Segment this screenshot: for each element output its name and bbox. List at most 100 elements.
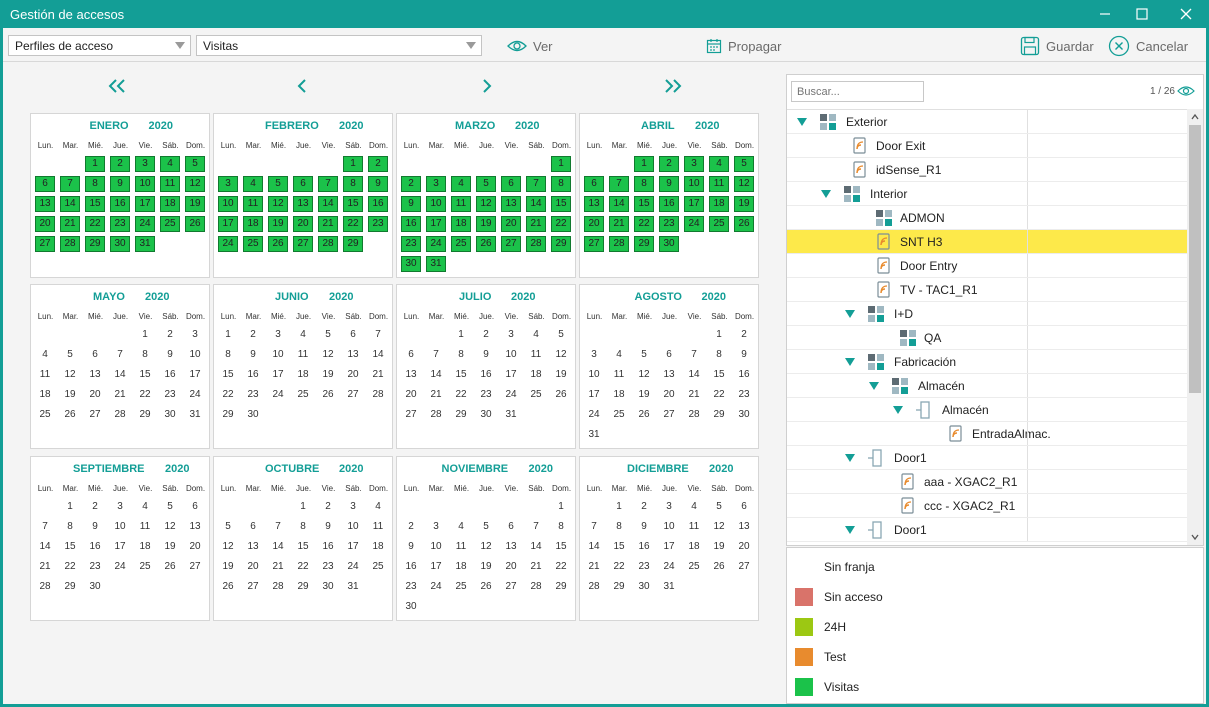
calendar-day[interactable]: 30 — [160, 407, 180, 423]
calendar-day[interactable]: 30 — [734, 407, 754, 423]
calendar-day[interactable]: 13 — [35, 196, 55, 212]
calendar-day[interactable]: 21 — [609, 216, 629, 232]
calendar-day[interactable]: 13 — [401, 367, 421, 383]
calendar-day[interactable]: 16 — [368, 196, 388, 212]
calendar-day[interactable]: 10 — [110, 519, 130, 535]
expand-toggle-icon[interactable] — [821, 190, 831, 198]
calendar-day[interactable]: 22 — [709, 387, 729, 403]
expand-toggle-icon[interactable] — [893, 406, 903, 414]
calendar-day[interactable]: 20 — [401, 387, 421, 403]
calendar-day[interactable]: 11 — [293, 347, 313, 363]
calendar-day[interactable]: 5 — [318, 327, 338, 343]
calendar-day[interactable]: 1 — [634, 156, 654, 172]
calendar-day[interactable]: 17 — [218, 216, 238, 232]
expand-toggle-icon[interactable] — [845, 526, 855, 534]
expand-toggle-icon[interactable] — [869, 382, 879, 390]
calendar-day[interactable]: 17 — [268, 367, 288, 383]
calendar-day[interactable]: 2 — [659, 156, 679, 172]
tree-row[interactable]: aaa - XGAC2_R1 — [787, 470, 1187, 494]
calendar-day[interactable]: 1 — [293, 499, 313, 515]
calendar-day[interactable]: 4 — [684, 499, 704, 515]
calendar-day[interactable]: 15 — [343, 196, 363, 212]
calendar-day[interactable]: 19 — [476, 216, 496, 232]
calendar-day[interactable]: 22 — [634, 216, 654, 232]
calendar-day[interactable]: 4 — [35, 347, 55, 363]
calendar-day[interactable]: 30 — [401, 599, 421, 615]
calendar-day[interactable]: 1 — [551, 156, 571, 172]
calendar-day[interactable]: 24 — [218, 236, 238, 252]
calendar-day[interactable]: 11 — [709, 176, 729, 192]
calendar-day[interactable]: 13 — [85, 367, 105, 383]
calendar-day[interactable]: 3 — [268, 327, 288, 343]
calendar-day[interactable]: 8 — [135, 347, 155, 363]
calendar-day[interactable]: 3 — [501, 327, 521, 343]
calendar-day[interactable]: 7 — [684, 347, 704, 363]
calendar-day[interactable]: 31 — [501, 407, 521, 423]
calendar-day[interactable]: 4 — [709, 156, 729, 172]
calendar-day[interactable]: 15 — [609, 539, 629, 555]
calendar-day[interactable]: 23 — [85, 559, 105, 575]
calendar-day[interactable]: 16 — [659, 196, 679, 212]
tree-row[interactable]: Interior — [787, 182, 1187, 206]
calendar-day[interactable]: 8 — [551, 176, 571, 192]
tree-row[interactable]: idSense_R1 — [787, 158, 1187, 182]
calendar-day[interactable]: 29 — [343, 236, 363, 252]
calendar-day[interactable]: 26 — [160, 559, 180, 575]
calendar-day[interactable]: 16 — [110, 196, 130, 212]
calendar-day[interactable]: 20 — [85, 387, 105, 403]
calendar-day[interactable]: 20 — [293, 216, 313, 232]
calendar-day[interactable]: 21 — [60, 216, 80, 232]
calendar-day[interactable]: 18 — [451, 216, 471, 232]
calendar-day[interactable]: 19 — [60, 387, 80, 403]
calendar-day[interactable]: 20 — [501, 559, 521, 575]
calendar-day[interactable]: 23 — [401, 579, 421, 595]
tree-row[interactable]: ccc - XGAC2_R1 — [787, 494, 1187, 518]
calendar-day[interactable]: 15 — [60, 539, 80, 555]
calendar-day[interactable]: 18 — [35, 387, 55, 403]
calendar-day[interactable]: 12 — [709, 519, 729, 535]
tree-row[interactable]: Door Entry — [787, 254, 1187, 278]
calendar-day[interactable]: 10 — [218, 196, 238, 212]
calendar-day[interactable]: 16 — [401, 559, 421, 575]
expand-toggle-icon[interactable] — [845, 454, 855, 462]
calendar-day[interactable]: 12 — [634, 367, 654, 383]
calendar-day[interactable]: 9 — [85, 519, 105, 535]
calendar-day[interactable]: 9 — [243, 347, 263, 363]
calendar-day[interactable]: 16 — [476, 367, 496, 383]
calendar-day[interactable]: 6 — [734, 499, 754, 515]
calendar-day[interactable]: 22 — [218, 387, 238, 403]
scroll-up-icon[interactable] — [1191, 113, 1199, 121]
calendar-day[interactable]: 20 — [343, 367, 363, 383]
calendar-day[interactable]: 1 — [709, 327, 729, 343]
calendar-day[interactable]: 20 — [734, 539, 754, 555]
calendar-day[interactable]: 1 — [343, 156, 363, 172]
tree-row[interactable]: Door1 — [787, 518, 1187, 542]
calendar-day[interactable]: 16 — [243, 367, 263, 383]
calendar-day[interactable]: 15 — [293, 539, 313, 555]
calendar-day[interactable]: 17 — [426, 216, 446, 232]
calendar-day[interactable]: 25 — [709, 216, 729, 232]
calendar-day[interactable]: 8 — [551, 519, 571, 535]
calendar-day[interactable]: 6 — [35, 176, 55, 192]
calendar-day[interactable]: 11 — [526, 347, 546, 363]
expand-toggle-icon[interactable] — [845, 310, 855, 318]
scroll-down-icon[interactable] — [1191, 533, 1199, 541]
tree-row[interactable]: SNT H3 — [787, 230, 1187, 254]
calendar-day[interactable]: 4 — [526, 327, 546, 343]
calendar-day[interactable]: 15 — [709, 367, 729, 383]
tree-row[interactable]: Exterior — [787, 110, 1187, 134]
calendar-day[interactable]: 24 — [501, 387, 521, 403]
profile-select[interactable]: Perfiles de acceso — [8, 35, 191, 56]
calendar-day[interactable]: 14 — [268, 539, 288, 555]
calendar-day[interactable]: 10 — [426, 539, 446, 555]
calendar-day[interactable]: 11 — [160, 176, 180, 192]
calendar-day[interactable]: 21 — [426, 387, 446, 403]
calendar-day[interactable]: 4 — [243, 176, 263, 192]
tree-row[interactable]: ADMON — [787, 206, 1187, 230]
calendar-day[interactable]: 21 — [368, 367, 388, 383]
minimize-button[interactable] — [1087, 0, 1123, 28]
calendar-day[interactable]: 31 — [426, 256, 446, 272]
calendar-day[interactable]: 5 — [268, 176, 288, 192]
calendar-day[interactable]: 5 — [709, 499, 729, 515]
calendar-day[interactable]: 29 — [293, 579, 313, 595]
